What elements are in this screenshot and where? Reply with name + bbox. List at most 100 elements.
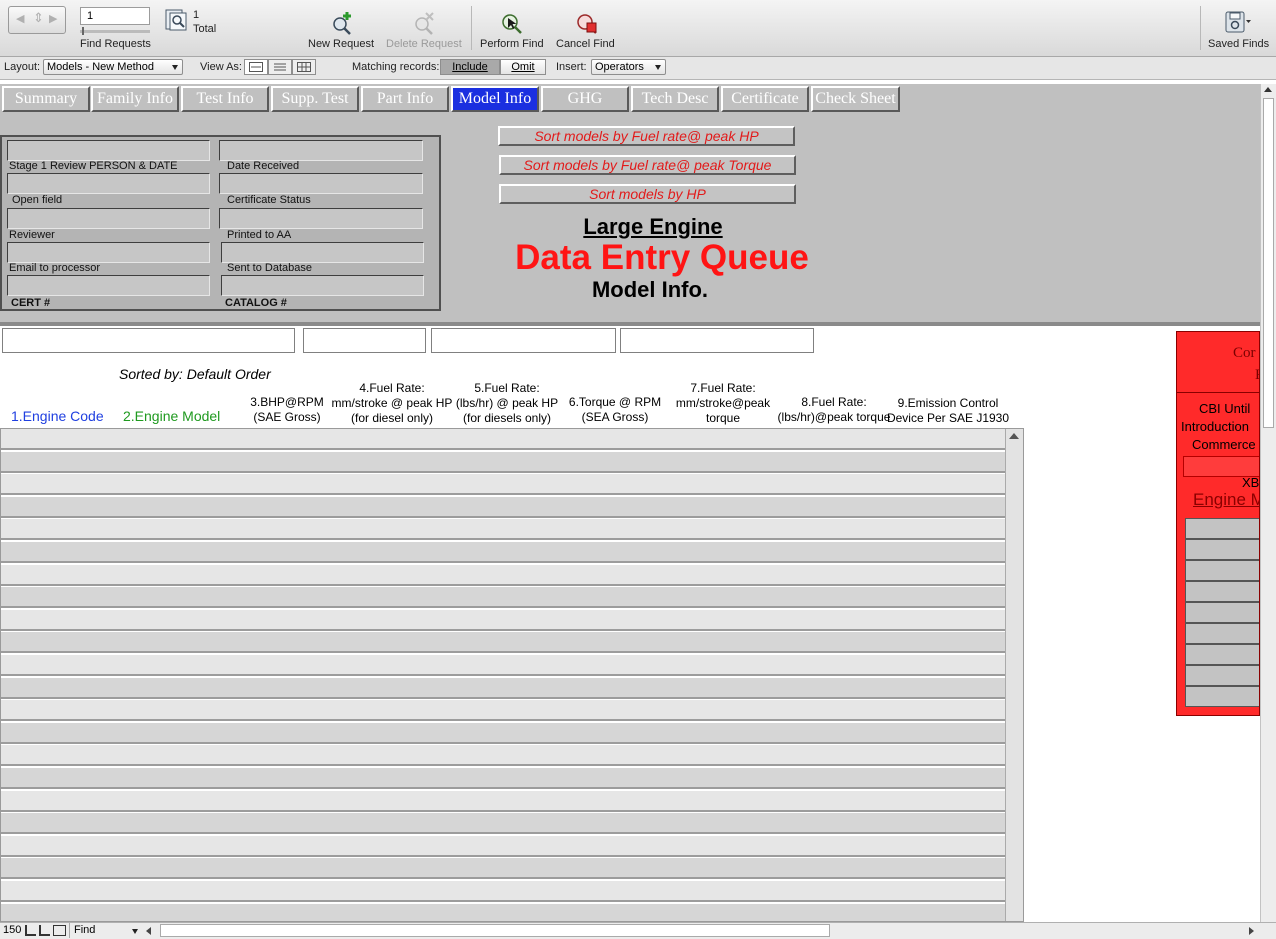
- table-row[interactable]: [1, 519, 1006, 541]
- cbi-panel: Cor E CBI Until Introduction Commerce XB…: [1176, 331, 1260, 716]
- scroll-left-icon[interactable]: [146, 927, 151, 935]
- saved-finds-icon[interactable]: [1224, 10, 1252, 36]
- window-scrollbar[interactable]: [1260, 84, 1276, 924]
- list-item[interactable]: [1185, 686, 1259, 707]
- layout-select-value: Models - New Method: [47, 61, 154, 73]
- next-record-icon[interactable]: ▶: [49, 12, 57, 25]
- stage1-review-field[interactable]: [7, 140, 210, 161]
- table-row[interactable]: [1, 542, 1006, 563]
- toggle-status-area-icon[interactable]: [53, 925, 66, 936]
- cancel-find-icon[interactable]: [574, 11, 600, 37]
- tab-family-info[interactable]: Family Info: [91, 86, 179, 112]
- table-row[interactable]: [1, 451, 1006, 473]
- tab-supp-test[interactable]: Supp. Test: [271, 86, 359, 112]
- omit-button[interactable]: Omit: [500, 59, 546, 75]
- filter-field-3[interactable]: [431, 328, 616, 353]
- saved-finds-button[interactable]: Saved Finds: [1208, 38, 1269, 50]
- table-row[interactable]: [1, 632, 1006, 654]
- table-row[interactable]: [1, 881, 1006, 902]
- tab-summary[interactable]: Summary: [2, 86, 90, 112]
- zoom-out-icon[interactable]: [25, 925, 36, 936]
- list-item[interactable]: [1185, 602, 1259, 623]
- table-row[interactable]: [1, 474, 1006, 496]
- table-row[interactable]: [1, 609, 1006, 631]
- table-row[interactable]: [1, 700, 1006, 722]
- sort-fuel-rate-peak-hp-button[interactable]: Sort models by Fuel rate@ peak HP: [498, 126, 795, 146]
- tab-ghg[interactable]: GHG: [541, 86, 629, 112]
- table-row[interactable]: [1, 677, 1006, 699]
- catalog-number-field[interactable]: [221, 275, 424, 296]
- list-item[interactable]: [1185, 665, 1259, 686]
- record-slider[interactable]: [80, 27, 150, 35]
- current-record-input[interactable]: 1: [80, 7, 150, 25]
- table-row[interactable]: [1, 429, 1006, 450]
- scroll-right-icon[interactable]: [1249, 927, 1254, 935]
- table-row[interactable]: [1, 858, 1006, 880]
- tab-test-info[interactable]: Test Info: [181, 86, 269, 112]
- table-row[interactable]: [1, 496, 1006, 518]
- table-row[interactable]: [1, 768, 1006, 789]
- table-row[interactable]: [1, 587, 1006, 609]
- sort-fuel-rate-peak-torque-button[interactable]: Sort models by Fuel rate@ peak Torque: [499, 155, 796, 175]
- table-row[interactable]: [1, 813, 1006, 835]
- cert-number-field[interactable]: [7, 275, 210, 296]
- scroll-up-icon[interactable]: [1009, 433, 1019, 439]
- table-row[interactable]: [1, 745, 1006, 767]
- table-row[interactable]: [1, 903, 1006, 921]
- column-fuel-rate-mm-torque: 7.Fuel Rate: mm/stroke@peak torque: [670, 381, 776, 426]
- filter-field-4[interactable]: [620, 328, 814, 353]
- list-item[interactable]: [1185, 581, 1259, 602]
- sorted-by-label: Sorted by: Default Order: [119, 366, 271, 382]
- engine-model-link[interactable]: Engine M: [1193, 490, 1259, 510]
- table-view-icon: [297, 62, 311, 72]
- column-fuel-rate-lbs-hp-line2: (lbs/hr) @ peak HP: [455, 396, 559, 410]
- filter-field-2[interactable]: [303, 328, 426, 353]
- reviewer-field[interactable]: [7, 208, 210, 229]
- scroll-up-arrow-icon[interactable]: [1264, 87, 1272, 92]
- tab-tech-desc[interactable]: Tech Desc: [631, 86, 719, 112]
- perform-find-icon[interactable]: [499, 11, 525, 37]
- new-request-button[interactable]: New Request: [308, 38, 374, 50]
- new-request-icon[interactable]: [330, 10, 356, 36]
- certificate-status-field[interactable]: [219, 173, 423, 194]
- tab-certificate[interactable]: Certificate: [721, 86, 809, 112]
- status-bar: 150 Find: [0, 922, 1276, 939]
- mode-select[interactable]: Find: [69, 923, 142, 938]
- list-item[interactable]: [1185, 518, 1259, 539]
- insert-operators-select[interactable]: Operators: [591, 59, 666, 75]
- list-item[interactable]: [1185, 644, 1259, 665]
- scroll-thumb[interactable]: [1263, 98, 1274, 428]
- table-row[interactable]: [1, 722, 1006, 744]
- sort-hp-button[interactable]: Sort models by HP: [499, 184, 796, 204]
- list-item[interactable]: [1185, 560, 1259, 581]
- cancel-find-button[interactable]: Cancel Find: [556, 38, 615, 50]
- date-received-field[interactable]: [219, 140, 423, 161]
- printed-to-aa-field[interactable]: [219, 208, 423, 229]
- sent-to-database-field[interactable]: [221, 242, 424, 263]
- view-as-list-button[interactable]: [268, 59, 292, 75]
- portal-scrollbar[interactable]: [1005, 429, 1023, 921]
- table-row[interactable]: [1, 790, 1006, 812]
- record-navigator[interactable]: ◀ ⇕ ▶: [8, 6, 66, 34]
- cbi-input[interactable]: [1183, 456, 1259, 477]
- zoom-in-icon[interactable]: [39, 925, 50, 936]
- table-row[interactable]: [1, 655, 1006, 676]
- layout-select[interactable]: Models - New Method: [43, 59, 183, 75]
- email-to-processor-field[interactable]: [7, 242, 210, 263]
- table-row[interactable]: [1, 564, 1006, 586]
- include-button[interactable]: Include: [440, 59, 500, 75]
- tab-check-sheet[interactable]: Check Sheet: [811, 86, 900, 112]
- open-field[interactable]: [7, 173, 210, 194]
- previous-record-icon[interactable]: ◀: [16, 12, 24, 25]
- list-item[interactable]: [1185, 623, 1259, 644]
- filter-field-1[interactable]: [2, 328, 295, 353]
- view-as-table-button[interactable]: [292, 59, 316, 75]
- horizontal-scroll-thumb[interactable]: [160, 924, 830, 937]
- table-row[interactable]: [1, 835, 1006, 857]
- view-as-form-button[interactable]: [244, 59, 268, 75]
- list-item[interactable]: [1185, 539, 1259, 560]
- perform-find-button[interactable]: Perform Find: [480, 38, 544, 50]
- tab-part-info[interactable]: Part Info: [361, 86, 449, 112]
- zoom-level[interactable]: 150: [3, 924, 21, 936]
- tab-model-info[interactable]: Model Info: [451, 86, 539, 112]
